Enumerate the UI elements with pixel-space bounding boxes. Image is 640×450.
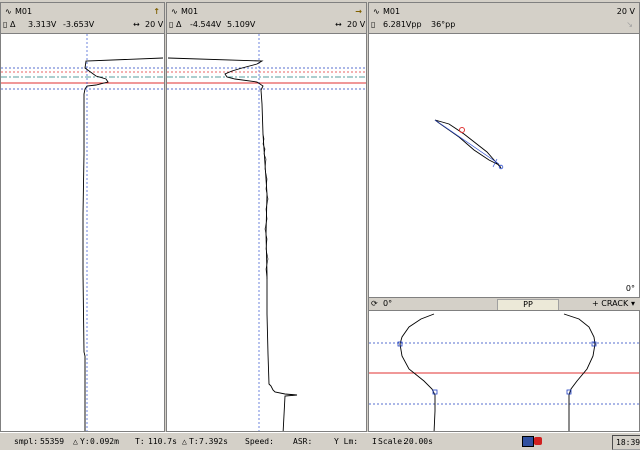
panel-3-vpp: 6.281Vpp <box>383 20 422 29</box>
cursor-marker-red <box>459 127 465 133</box>
smpl-value: 55359 <box>40 437 65 446</box>
xy-display-panel[interactable]: ∿ M01 20 V ▯ 6.281Vpp 36°pp ↘ 0° <box>368 2 640 298</box>
device-icon[interactable] <box>522 436 534 447</box>
width-icon: ↔ <box>133 20 140 29</box>
panel-1-header: ∿ M01 ↑ ▯ Δ 3.313V -3.653V ↔ 20 V <box>1 3 164 34</box>
bar-icon: ▯ <box>3 20 8 29</box>
speed-label: Speed: <box>245 437 274 446</box>
waveform-icon: ∿ <box>171 7 178 16</box>
waveform-icon: ∿ <box>373 7 380 16</box>
chevron-down-icon[interactable]: ▾ <box>631 299 635 309</box>
small-arrow-icon[interactable]: ↘ <box>626 18 633 31</box>
t-label: T: <box>135 437 145 446</box>
trace-2-noise <box>262 133 269 280</box>
width-icon: ↔ <box>335 20 342 29</box>
panel-1-scale: 20 V <box>145 20 164 29</box>
strip-chart-panel-1[interactable]: ∿ M01 ↑ ▯ Δ 3.313V -3.653V ↔ 20 V <box>0 2 165 432</box>
ylim-label: Y Lm: <box>334 437 359 446</box>
panel-3-header: ∿ M01 20 V ▯ 6.281Vpp 36°pp ↘ <box>369 3 639 34</box>
panel-2-value-1: -4.544V <box>190 20 222 29</box>
trace-2 <box>167 57 298 431</box>
scale-label: Scale: <box>378 437 407 446</box>
status-bar: smpl: 55359 △ Y: 0.092m T: 110.7s △ T: 7… <box>0 432 640 450</box>
panel-2-header: ∿ M01 → ▯ Δ -4.544V 5.109V ↔ 20 V <box>167 3 366 34</box>
clock-field: 18:39 <box>612 435 640 450</box>
y-value: 0.092m <box>90 437 119 446</box>
panel-3-angle: 36°pp <box>431 20 456 29</box>
arrow-up-icon[interactable]: ↑ <box>153 5 160 18</box>
xy-toolbar: ⟳ 0° PP + CRACK ▾ <box>368 298 640 311</box>
strip-chart-panel-2[interactable]: ∿ M01 → ▯ Δ -4.544V 5.109V ↔ 20 V <box>166 2 367 432</box>
rotate-icon[interactable]: ⟳ <box>371 299 378 309</box>
probe-select[interactable]: + CRACK <box>592 299 628 309</box>
rotation-field[interactable]: 0° <box>383 299 392 309</box>
panel-2-scale: 20 V <box>347 20 366 29</box>
dt-value: 7.392s <box>199 437 228 446</box>
record-icon[interactable] <box>534 437 542 445</box>
scale-value: 20.00s <box>404 437 433 446</box>
delta-icon: Δ <box>176 20 182 29</box>
dt-label: T: <box>189 437 199 446</box>
delta-icon: △ <box>182 437 187 446</box>
panel-1-title: M01 <box>15 7 33 16</box>
bar-icon: ▯ <box>169 20 174 29</box>
strip-chart-panel-4[interactable] <box>368 310 640 432</box>
panel-3-title: M01 <box>383 7 401 16</box>
rotation-readout: 0° <box>625 284 635 293</box>
panel-1-value-1: 3.313V <box>28 20 57 29</box>
delta-icon: Δ <box>10 20 16 29</box>
panel-2-plot[interactable] <box>167 34 366 431</box>
panel-1-value-2: -3.653V <box>63 20 95 29</box>
trace-1 <box>82 57 164 431</box>
asr-label: ASR: <box>293 437 313 446</box>
smpl-label: smpl: <box>14 437 39 446</box>
delta-icon: △ <box>73 437 78 446</box>
y-label: Y: <box>80 437 90 446</box>
bar-icon: ▯ <box>371 20 376 29</box>
scale-icon: I <box>372 437 377 446</box>
arrow-right-icon[interactable]: → <box>355 5 362 18</box>
t-value: 110.7s <box>148 437 177 446</box>
panel-2-title: M01 <box>181 7 199 16</box>
panel-2-value-2: 5.109V <box>227 20 256 29</box>
xy-plot[interactable]: 0° <box>369 34 639 297</box>
panel-3-scale: 20 V <box>616 7 635 16</box>
waveform-icon: ∿ <box>5 7 12 16</box>
panel-1-plot[interactable] <box>1 34 164 431</box>
xy-axis-line <box>434 119 500 165</box>
